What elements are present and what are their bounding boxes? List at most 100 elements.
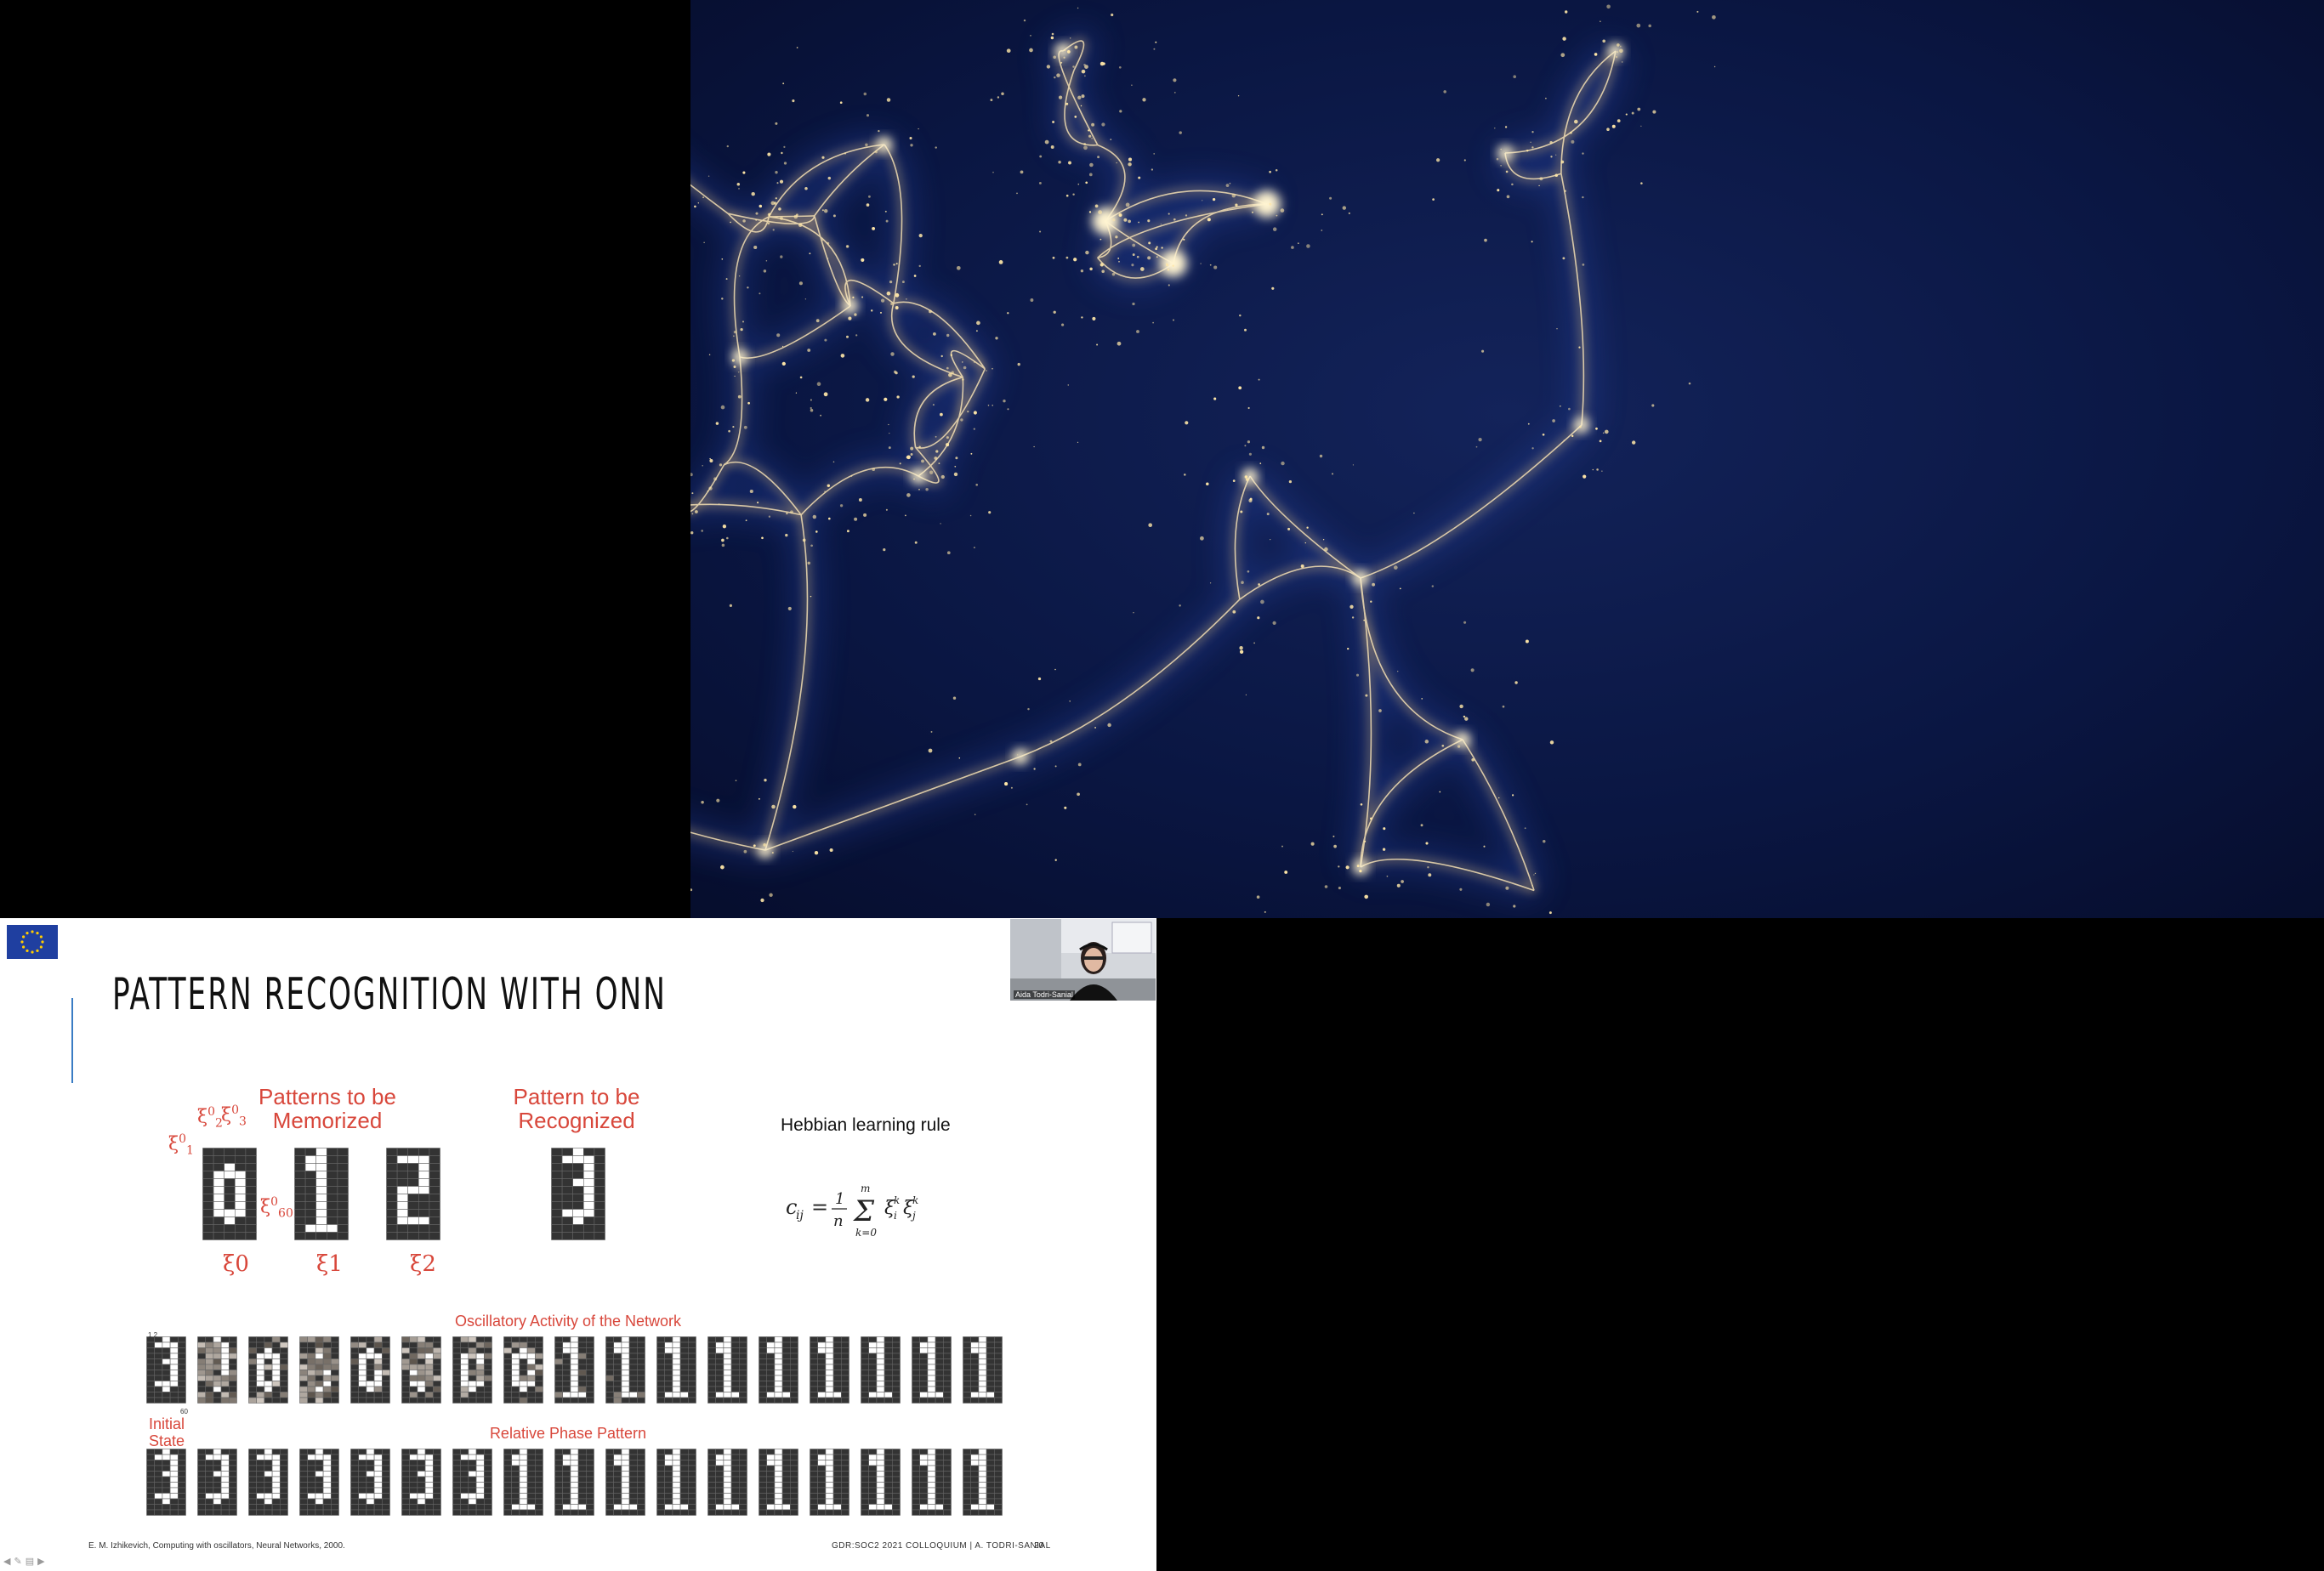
grid-cell (234, 1148, 247, 1156)
galaxy-dot (1364, 894, 1369, 899)
grid-cell (825, 1476, 834, 1483)
grid-cell (687, 1364, 696, 1370)
grid-cell (337, 1217, 349, 1225)
galaxy-dot (1088, 173, 1093, 177)
grid-cell (605, 1381, 614, 1387)
galaxy-dot (753, 844, 756, 848)
grid-cell (577, 1449, 587, 1455)
grid-cell (396, 1232, 409, 1240)
grid-cell (475, 1460, 485, 1466)
grid-cell (628, 1392, 638, 1398)
grid-cell (228, 1465, 237, 1472)
grid-cell (861, 1397, 869, 1404)
menu-icon[interactable]: ▤ (26, 1556, 34, 1567)
grid-cell (817, 1370, 827, 1376)
grid-cell (730, 1471, 740, 1477)
grid-cell (664, 1358, 673, 1365)
grid-cell (366, 1370, 375, 1376)
galaxy-dot (821, 209, 824, 212)
galaxy-dot (935, 146, 937, 149)
grid-cell (511, 1341, 520, 1348)
grid-cell (868, 1476, 878, 1483)
next-slide-icon[interactable]: ▶ (37, 1556, 44, 1567)
grid-cell (876, 1476, 885, 1483)
grid-cell (730, 1364, 740, 1370)
grid-cell (526, 1471, 536, 1477)
oscillatory-grid (197, 1336, 237, 1404)
galaxy-dot (1091, 122, 1095, 127)
grid-cell (330, 1397, 339, 1404)
galaxy-dot (1527, 423, 1530, 425)
grid-cell (350, 1509, 359, 1516)
grid-cell (322, 1482, 332, 1489)
galaxy-dot (793, 214, 798, 219)
grid-cell (307, 1336, 316, 1343)
grid-cell (993, 1454, 1003, 1460)
grid-cell (213, 1148, 225, 1156)
grid-cell (322, 1465, 332, 1472)
grid-cell (407, 1232, 419, 1240)
grid-cell (605, 1509, 614, 1516)
grid-cell (468, 1504, 477, 1511)
galaxy-dot (844, 152, 847, 155)
grid-cell (963, 1375, 971, 1381)
grid-cell (503, 1504, 512, 1511)
grid-cell (299, 1336, 308, 1343)
grid-cell (707, 1487, 716, 1494)
grid-cell (723, 1341, 732, 1348)
grid-cell (526, 1449, 536, 1455)
galaxy-dot (765, 260, 768, 262)
slide-nav-controls[interactable]: ◀ ✎ ▤ ▶ (3, 1556, 45, 1567)
grid-cell (299, 1482, 308, 1489)
grid-cell (424, 1392, 434, 1398)
grid-cell (935, 1392, 944, 1398)
grid-cell (534, 1460, 543, 1466)
grid-cell (986, 1381, 995, 1387)
grid-cell (503, 1509, 512, 1516)
grid-cell (840, 1487, 849, 1494)
galaxy-dot (1602, 39, 1606, 43)
grid-cell (326, 1155, 338, 1164)
webcam-thumbnail[interactable]: Aida Todri-Sanial (1010, 919, 1156, 1001)
slide-footer: GDR:SOC2 2021 COLLOQUIUM | A. TODRI-SANI… (832, 1541, 1051, 1551)
galaxy-dot (1372, 582, 1376, 587)
galaxy-dot (1365, 694, 1368, 697)
grid-cell (330, 1353, 339, 1359)
grid-cell (577, 1460, 587, 1466)
grid-cell (884, 1381, 893, 1387)
grid-cell (927, 1471, 936, 1477)
galaxy-dot (1039, 230, 1042, 233)
galaxy-dot (1534, 872, 1537, 875)
grid-cell (766, 1341, 776, 1348)
grid-cell (271, 1386, 281, 1392)
grid-cell (594, 1209, 605, 1217)
grid-cell (503, 1397, 512, 1404)
grid-cell (876, 1493, 885, 1500)
grid-cell (304, 1163, 317, 1171)
galaxy-dot (1284, 871, 1288, 874)
galaxy-dot (747, 401, 750, 405)
grid-cell (205, 1375, 214, 1381)
grid-cell (766, 1498, 776, 1505)
galaxy-dot (1606, 128, 1610, 131)
grid-cell (396, 1148, 409, 1156)
galaxy-dot (880, 311, 882, 314)
grid-cell (452, 1498, 461, 1505)
grid-cell (307, 1449, 316, 1455)
grid-cell (177, 1498, 186, 1505)
galaxy-dot (1611, 124, 1616, 128)
pen-icon[interactable]: ✎ (14, 1556, 21, 1567)
grid-cell (511, 1498, 520, 1505)
grid-cell (935, 1482, 944, 1489)
grid-cell (891, 1341, 901, 1348)
galaxy-dot (730, 221, 731, 224)
prev-slide-icon[interactable]: ◀ (3, 1556, 10, 1567)
phase-grid (197, 1449, 237, 1516)
reference-citation: E. M. Izhikevich, Computing with oscilla… (88, 1541, 345, 1551)
galaxy-dot (1131, 84, 1133, 86)
grid-cell (381, 1347, 390, 1354)
grid-cell (707, 1498, 716, 1505)
grid-cell (503, 1498, 512, 1505)
grid-cell (993, 1375, 1003, 1381)
grid-cell (781, 1449, 791, 1455)
